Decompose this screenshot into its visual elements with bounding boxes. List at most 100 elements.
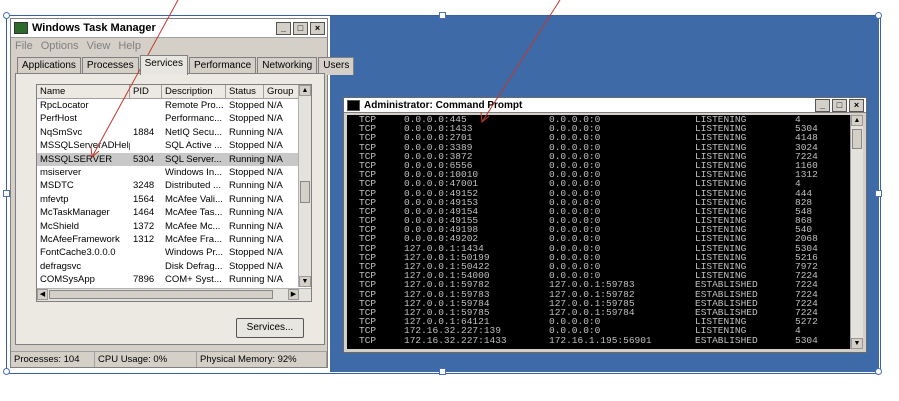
scroll-up-icon[interactable]: ▲ [851, 115, 863, 126]
service-pid: 1312 [133, 233, 155, 245]
service-status: Running [229, 153, 264, 165]
service-name: mfevtp [40, 193, 69, 205]
resize-handle-bottom-middle[interactable] [439, 368, 446, 375]
resize-handle-top-middle[interactable] [439, 12, 446, 19]
maximize-icon[interactable]: □ [293, 21, 308, 35]
service-status: Stopped [229, 140, 264, 152]
table-row[interactable]: msiserver Windows In... Stopped N/A [37, 166, 311, 179]
table-row[interactable]: COMSysApp 7896 COM+ Syst... Running N/A [37, 273, 311, 286]
scroll-thumb[interactable] [300, 181, 310, 203]
service-pid: 1464 [133, 207, 155, 219]
status-cpu-usage: CPU Usage: 0% [95, 352, 197, 367]
menu-options[interactable]: Options [41, 40, 79, 52]
service-description: SQL Server... [165, 153, 222, 165]
status-physical-memory: Physical Memory: 92% [197, 352, 327, 367]
resize-handle-top-right[interactable] [875, 12, 882, 19]
service-name: COMSysApp [40, 274, 95, 286]
service-pid [130, 166, 162, 179]
service-status: Running [229, 193, 264, 205]
command-prompt-title: Administrator: Command Prompt [364, 99, 523, 111]
service-description: Distributed ... [165, 180, 221, 192]
table-row[interactable]: FontCache3.0.0.0 Windows Pr... Stopped N/A [37, 246, 311, 259]
service-description: McAfee Fra... [165, 233, 223, 245]
service-pid [130, 139, 162, 152]
minimize-icon[interactable]: _ [276, 21, 291, 35]
scroll-right-icon[interactable]: ▶ [288, 289, 299, 300]
resize-handle-bottom-right[interactable] [875, 368, 882, 375]
task-manager-title: Windows Task Manager [32, 22, 156, 34]
resize-handle-middle-left[interactable] [3, 190, 10, 197]
tab-services[interactable]: Services [139, 55, 188, 75]
column-header-description[interactable]: Description [162, 85, 226, 98]
service-description: NetIQ Secu... [165, 126, 223, 138]
netstat-local-address: 172.16.32.227:1433 [404, 334, 507, 346]
close-icon[interactable]: × [849, 98, 864, 112]
column-header-pid[interactable]: PID [130, 85, 162, 98]
service-group: N/A [267, 260, 283, 272]
service-description: McAfee Mc... [165, 220, 221, 232]
table-row[interactable]: McShield 1372 McAfee Mc... Running N/A [37, 220, 311, 233]
service-name: defragsvc [40, 260, 82, 272]
services-button[interactable]: Services... [236, 318, 304, 338]
netstat-protocol: TCP [359, 334, 377, 346]
scroll-down-icon[interactable]: ▼ [851, 338, 863, 349]
task-manager-window: Windows Task Manager _ □ × File Options … [10, 18, 355, 368]
column-header-group[interactable]: Group [264, 85, 301, 98]
close-icon[interactable]: × [310, 21, 325, 35]
netstat-pid: 5304 [795, 334, 818, 346]
command-prompt-titlebar[interactable]: Administrator: Command Prompt _ □ × [344, 98, 866, 113]
service-description: McAfee Tas... [165, 207, 223, 219]
scroll-up-icon[interactable]: ▲ [299, 85, 311, 96]
table-row[interactable]: MSSQLServerADHelp... SQL Active ... Stoppe… [37, 139, 311, 152]
task-manager-titlebar[interactable]: Windows Task Manager _ □ × [11, 19, 327, 38]
service-name: McAfeeFramework [40, 233, 120, 245]
table-row[interactable]: McAfeeFramework 1312 McAfee Fra... Running N… [37, 233, 311, 246]
service-name: McTaskManager [40, 207, 110, 219]
table-row[interactable]: MSDTC 3248 Distributed ... Running N/A [37, 179, 311, 192]
table-row[interactable]: RpcLocator Remote Pro... Stopped N/A [37, 99, 311, 112]
horizontal-scroll-thumb[interactable] [49, 290, 273, 299]
service-pid [130, 246, 162, 259]
resize-handle-bottom-left[interactable] [3, 368, 10, 375]
table-row[interactable]: defragsvc Disk Defrag... Stopped N/A [37, 260, 311, 273]
service-description: Disk Defrag... [165, 260, 223, 272]
services-list-header: Name PID Description Status Group [37, 85, 311, 99]
service-description: Remote Pro... [165, 100, 224, 111]
scroll-down-icon[interactable]: ▼ [299, 276, 311, 287]
minimize-icon[interactable]: _ [815, 98, 830, 112]
menu-view[interactable]: View [87, 40, 111, 52]
service-pid [130, 260, 162, 273]
column-header-name[interactable]: Name [37, 85, 130, 98]
scroll-left-icon[interactable]: ◀ [37, 289, 48, 300]
service-group: N/A [267, 220, 283, 232]
table-row[interactable]: NqSmSvc 1884 NetIQ Secu... Running N/A [37, 126, 311, 139]
resize-handle-top-left[interactable] [3, 12, 10, 19]
service-name: McShield [40, 220, 80, 232]
console-line: TCP 172.16.32.227:1433 172.16.1.195:56901 E… [347, 334, 852, 346]
status-processes: Processes: 104 [11, 352, 95, 367]
services-vertical-scrollbar[interactable]: ▲ ▼ [298, 85, 311, 287]
column-header-status[interactable]: Status [226, 85, 264, 98]
service-status: Stopped [229, 113, 264, 125]
menu-file[interactable]: File [15, 40, 33, 52]
table-row[interactable]: McTaskManager 1464 McAfee Tas... Running N/A [37, 206, 311, 219]
service-status: Stopped [229, 166, 264, 178]
service-status: Running [229, 180, 264, 192]
services-panel: Name PID Description Status Group RpcLoc… [15, 73, 325, 345]
service-name: NqSmSvc [40, 126, 83, 138]
console-output[interactable]: TCP 0.0.0.0:445 0.0.0.0:0 LISTENING 4 TCP 0.0.… [347, 115, 852, 349]
resize-handle-middle-right[interactable] [875, 190, 882, 197]
service-group: N/A [267, 126, 283, 138]
service-group: N/A [267, 153, 283, 165]
service-description: McAfee Vali... [165, 193, 223, 205]
table-row[interactable]: MSSQLSERVER 5304 SQL Server... Running N/A [37, 152, 311, 166]
menu-help[interactable]: Help [118, 40, 141, 52]
status-bar: Processes: 104 CPU Usage: 0% Physical Me… [11, 351, 327, 367]
maximize-icon[interactable]: □ [832, 98, 847, 112]
netstat-state: ESTABLISHED [695, 334, 758, 346]
table-row[interactable]: mfevtp 1564 McAfee Vali... Running N/A [37, 193, 311, 206]
services-horizontal-scrollbar[interactable]: ◀ ▶ [37, 288, 311, 301]
scroll-thumb[interactable] [852, 129, 862, 149]
console-vertical-scrollbar[interactable]: ▲ ▼ [850, 115, 863, 349]
table-row[interactable]: PerfHost Performanc... Stopped N/A [37, 112, 311, 125]
